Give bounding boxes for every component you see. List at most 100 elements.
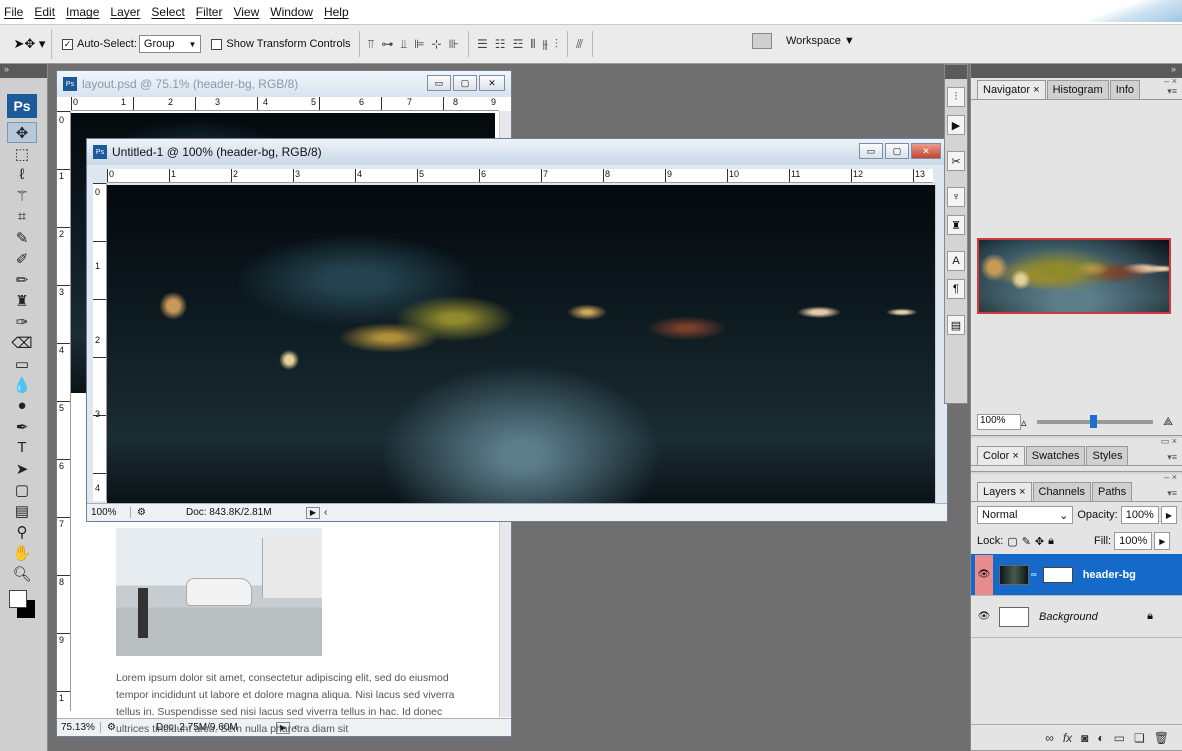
- distribute-center-icon[interactable]: ☷: [495, 37, 507, 52]
- distribute-top-icon[interactable]: ☰: [477, 37, 489, 52]
- lock-transparency-icon[interactable]: ▢: [1007, 535, 1017, 548]
- lasso-tool-icon[interactable]: ℓ: [7, 164, 37, 185]
- status-icon[interactable]: ⚙: [137, 507, 146, 518]
- layer-style-icon[interactable]: fx: [1063, 731, 1072, 745]
- tab-color[interactable]: Color ×: [977, 446, 1025, 465]
- minimize-panel-icon[interactable]: – ×: [1164, 76, 1177, 86]
- align-bottom-icon[interactable]: ⫫: [400, 37, 408, 52]
- document-window-untitled[interactable]: Ps Untitled-1 @ 100% (header-bg, RGB/8) …: [86, 138, 948, 522]
- lock-all-icon[interactable]: 🔒︎: [1048, 535, 1054, 548]
- align-buttons[interactable]: ⫪ ⊶ ⫫ ⊫ ⊹ ⊪: [368, 37, 461, 52]
- blend-mode-dropdown[interactable]: Normal ⌄: [977, 506, 1074, 524]
- brushes-panel-icon[interactable]: ♆: [947, 187, 965, 207]
- crop-tool-icon[interactable]: ⌗: [7, 206, 37, 227]
- workspace-menu[interactable]: Workspace ▼: [752, 33, 855, 49]
- color-swatches[interactable]: [7, 588, 37, 622]
- magic-wand-tool-icon[interactable]: ⚚: [7, 185, 37, 206]
- zoom-in-icon[interactable]: ⟁: [1163, 416, 1173, 429]
- auto-select-dropdown[interactable]: Group ▼: [138, 35, 202, 53]
- panel-menu-icon[interactable]: ▾≡: [1167, 452, 1177, 463]
- pen-tool-icon[interactable]: ✒: [7, 416, 37, 437]
- clone-stamp-icon[interactable]: ♜: [7, 290, 37, 311]
- layer-row-header-bg[interactable]: 👁︎ ∞ header-bg: [971, 554, 1182, 596]
- fill-slider-icon[interactable]: ▶: [1154, 532, 1171, 550]
- minimize-panel-icon[interactable]: – ×: [1164, 472, 1177, 482]
- layer-name[interactable]: Background: [1039, 611, 1098, 623]
- workspace-icon[interactable]: [752, 33, 772, 49]
- tab-swatches[interactable]: Swatches: [1025, 446, 1086, 465]
- blur-tool-icon[interactable]: 💧: [7, 374, 37, 395]
- gradient-tool-icon[interactable]: ▭: [7, 353, 37, 374]
- menu-layer[interactable]: Layer: [110, 5, 140, 19]
- zoom-level[interactable]: 100%: [87, 507, 131, 518]
- actions-panel-icon[interactable]: ▶: [947, 115, 965, 135]
- show-transform-checkbox[interactable]: Show Transform Controls: [211, 38, 351, 50]
- menu-edit[interactable]: Edit: [34, 5, 55, 19]
- maximize-panel-icon[interactable]: ▭ ×: [1161, 436, 1177, 447]
- layer-name[interactable]: header-bg: [1083, 569, 1136, 581]
- history-panel-icon[interactable]: ⫶: [947, 87, 965, 107]
- status-icon[interactable]: ⚙: [107, 722, 116, 733]
- tab-navigator[interactable]: Navigator ×: [977, 80, 1046, 99]
- new-layer-icon[interactable]: ❏: [1134, 731, 1145, 745]
- eye-icon[interactable]: 👁︎: [975, 597, 993, 637]
- menu-help[interactable]: Help: [324, 5, 349, 19]
- tab-styles[interactable]: Styles: [1086, 446, 1129, 465]
- collapse-icon[interactable]: »: [971, 64, 1182, 78]
- brush-tool-icon[interactable]: ✏: [7, 269, 37, 290]
- eraser-tool-icon[interactable]: ⌫: [7, 332, 37, 353]
- adjustment-layer-icon[interactable]: ◐: [1097, 731, 1104, 745]
- scroll-left-icon[interactable]: ‹: [324, 507, 327, 518]
- opacity-slider-icon[interactable]: ▶: [1160, 506, 1177, 524]
- zoom-level[interactable]: 75.13%: [57, 722, 101, 733]
- align-top-icon[interactable]: ⫪: [368, 37, 376, 52]
- menu-file[interactable]: File: [4, 5, 23, 19]
- new-group-icon[interactable]: ▭: [1114, 731, 1125, 745]
- menu-filter[interactable]: Filter: [196, 5, 223, 19]
- align-right-icon[interactable]: ⊪: [449, 37, 460, 52]
- menu-window[interactable]: Window: [270, 5, 313, 19]
- navigator-thumbnail[interactable]: [977, 238, 1171, 314]
- opacity-field[interactable]: 100%: [1120, 506, 1159, 524]
- auto-select-checkbox[interactable]: ✓ Auto-Select:: [62, 38, 137, 50]
- expand-icon[interactable]: »: [0, 64, 47, 78]
- healing-brush-icon[interactable]: ✐: [7, 248, 37, 269]
- notes-tool-icon[interactable]: ▤: [7, 500, 37, 521]
- workspace-label[interactable]: Workspace ▼: [786, 35, 855, 47]
- hand-tool-icon[interactable]: ✋: [7, 542, 37, 563]
- panel-menu-icon[interactable]: ▾≡: [1167, 86, 1177, 97]
- minimize-icon[interactable]: ▭: [859, 143, 883, 159]
- menu-view[interactable]: View: [233, 5, 259, 19]
- path-selection-icon[interactable]: ➤: [7, 458, 37, 479]
- lock-pixels-icon[interactable]: ✎: [1022, 535, 1031, 548]
- tool-presets-icon[interactable]: ✂: [947, 151, 965, 171]
- auto-align-button[interactable]: ⫻: [576, 37, 584, 52]
- add-mask-icon[interactable]: ◙: [1081, 731, 1088, 745]
- history-brush-icon[interactable]: ✑: [7, 311, 37, 332]
- type-tool-icon[interactable]: T: [7, 437, 37, 458]
- layer-row-background[interactable]: 👁︎ Background 🔒︎: [971, 596, 1182, 638]
- fill-field[interactable]: 100%: [1114, 532, 1153, 550]
- link-layers-icon[interactable]: ∞: [1045, 731, 1054, 745]
- marquee-tool-icon[interactable]: ⬚: [7, 143, 37, 164]
- minimize-icon[interactable]: ▭: [427, 75, 451, 91]
- align-hcenter-icon[interactable]: ⊹: [432, 37, 443, 52]
- tab-paths[interactable]: Paths: [1091, 482, 1133, 501]
- tab-info[interactable]: Info: [1109, 80, 1141, 99]
- zoom-slider[interactable]: [1036, 415, 1154, 428]
- eye-icon[interactable]: 👁︎: [975, 554, 993, 595]
- distribute-buttons[interactable]: ☰ ☷ ☲ ⫴ ⫵ ⫶: [477, 37, 559, 52]
- play-icon[interactable]: ▶: [305, 506, 320, 519]
- menu-select[interactable]: Select: [151, 5, 184, 19]
- shape-tool-icon[interactable]: ▢: [7, 479, 37, 500]
- maximize-icon[interactable]: ▢: [453, 75, 477, 91]
- doc-titlebar[interactable]: Ps Untitled-1 @ 100% (header-bg, RGB/8): [87, 139, 947, 165]
- close-icon[interactable]: ✕: [479, 75, 505, 91]
- layer-comps-icon[interactable]: ▤: [947, 315, 965, 335]
- tool-preset-picker[interactable]: ➤✥ ▾: [8, 29, 52, 59]
- character-panel-icon[interactable]: A: [947, 251, 965, 271]
- eyedropper-tool-icon[interactable]: ⚲: [7, 521, 37, 542]
- clone-source-icon[interactable]: ♜: [947, 215, 965, 235]
- zoom-tool-icon[interactable]: 🔍︎: [7, 563, 37, 584]
- layer-mask-thumbnail[interactable]: [1042, 566, 1073, 583]
